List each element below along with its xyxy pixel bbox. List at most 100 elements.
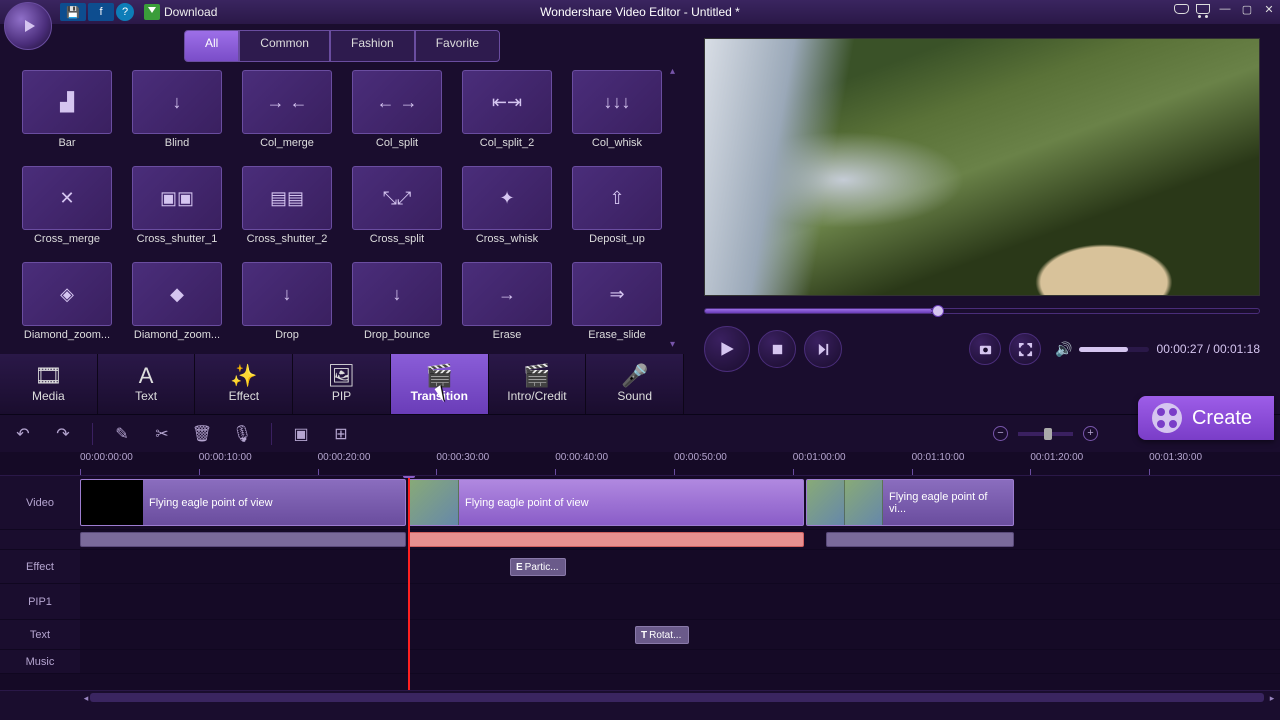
video-track[interactable]: Video Flying eagle point of view Flying … xyxy=(0,476,1280,530)
zoom-out-button[interactable]: − xyxy=(993,426,1008,441)
pip-track[interactable]: PIP1 xyxy=(0,584,1280,620)
audio-clip-3[interactable] xyxy=(826,532,1014,547)
ruler-tick: 00:01:20:00 xyxy=(1030,452,1149,475)
video-preview xyxy=(704,38,1260,296)
filter-tab-all[interactable]: All xyxy=(184,30,239,62)
edit-button[interactable]: ✎ xyxy=(111,423,133,445)
transition-deposit-up[interactable]: ⇧Deposit_up xyxy=(567,166,667,258)
transition-col-merge[interactable]: → ←Col_merge xyxy=(237,70,337,162)
facebook-icon[interactable]: f xyxy=(88,3,114,21)
transition-cross-shutter-2[interactable]: ▤▤Cross_shutter_2 xyxy=(237,166,337,258)
app-logo xyxy=(4,2,52,50)
audio-clip-2[interactable] xyxy=(408,532,804,547)
stop-button[interactable] xyxy=(758,330,796,368)
fullscreen-button[interactable] xyxy=(1009,333,1041,365)
minimize-button[interactable]: — xyxy=(1214,0,1236,18)
transition-col-split-2[interactable]: ⇤⇥Col_split_2 xyxy=(457,70,557,162)
transition-cross-shutter-1[interactable]: ▣▣Cross_shutter_1 xyxy=(127,166,227,258)
step-forward-button[interactable] xyxy=(804,330,842,368)
cut-button[interactable]: ✂ xyxy=(151,423,173,445)
transition-drop[interactable]: ↓Drop xyxy=(237,262,337,354)
voiceover-button[interactable]: 🎙 xyxy=(231,423,253,445)
mode-tab-text[interactable]: AText xyxy=(98,354,196,414)
video-clip-2[interactable]: Flying eagle point of view xyxy=(408,479,804,526)
redo-button[interactable]: ↷ xyxy=(52,423,74,445)
music-track-label: Music xyxy=(0,650,80,673)
audio-subtrack[interactable] xyxy=(0,530,1280,550)
transition-cross-whisk[interactable]: ✦Cross_whisk xyxy=(457,166,557,258)
ruler-tick: 00:00:00:00 xyxy=(80,452,199,475)
preview-panel: 🔊 00:00:27 / 00:01:18 xyxy=(684,24,1280,414)
pip-track-label: PIP1 xyxy=(0,584,80,619)
window-title: Wondershare Video Editor - Untitled * xyxy=(540,5,740,19)
text-clip[interactable]: TRotat... xyxy=(635,626,689,644)
timeline-horizontal-scrollbar[interactable]: ◂▸ xyxy=(0,690,1280,704)
delete-button[interactable]: 🗑 xyxy=(191,423,213,445)
ruler-tick: 00:01:10:00 xyxy=(912,452,1031,475)
mode-tab-transition[interactable]: 🎬Transition xyxy=(391,354,489,414)
time-ruler[interactable]: 00:00:00:0000:00:10:0000:00:20:0000:00:3… xyxy=(0,452,1280,476)
ruler-tick: 00:01:30:00 xyxy=(1149,452,1268,475)
mode-tab-media[interactable]: 🎞Media xyxy=(0,354,98,414)
video-track-label: Video xyxy=(0,476,80,529)
transition-grid: ▟Bar↓Blind→ ←Col_merge← →Col_split⇤⇥Col_… xyxy=(0,62,684,354)
timecode: 00:00:27 / 00:01:18 xyxy=(1157,342,1260,356)
key-icon[interactable] xyxy=(1170,0,1192,18)
mode-tab-sound[interactable]: 🎤Sound xyxy=(586,354,684,414)
filter-tab-favorite[interactable]: Favorite xyxy=(415,30,500,62)
music-track[interactable]: Music xyxy=(0,650,1280,674)
mode-tab-pip[interactable]: 🖼PIP xyxy=(293,354,391,414)
transition-bar[interactable]: ▟Bar xyxy=(17,70,117,162)
preview-scrubber[interactable] xyxy=(704,308,1260,314)
reel-icon xyxy=(1152,403,1182,433)
cart-icon[interactable] xyxy=(1192,0,1214,18)
volume-icon[interactable]: 🔊 xyxy=(1055,341,1072,358)
transition-drop-bounce[interactable]: ↓Drop_bounce xyxy=(347,262,447,354)
filter-tab-common[interactable]: Common xyxy=(239,30,330,62)
zoom-in-button[interactable]: + xyxy=(1083,426,1098,441)
transition-blind[interactable]: ↓Blind xyxy=(127,70,227,162)
crop-button[interactable]: ▣ xyxy=(290,423,312,445)
video-clip-1[interactable]: Flying eagle point of view xyxy=(80,479,406,526)
transition-erase-slide[interactable]: ⇒Erase_slide xyxy=(567,262,667,354)
video-clip-3[interactable]: Flying eagle point of vi... xyxy=(806,479,1014,526)
aspect-button[interactable]: ⊞ xyxy=(330,423,352,445)
mode-bar: 🎞MediaAText✨Effect🖼PIP🎬Transition🎬Intro/… xyxy=(0,354,684,414)
ruler-tick: 00:01:00:00 xyxy=(793,452,912,475)
effect-clip[interactable]: EPartic... xyxy=(510,558,566,576)
effect-track[interactable]: Effect EPartic... xyxy=(0,550,1280,584)
create-button[interactable]: Create xyxy=(1138,396,1274,440)
close-button[interactable]: ✕ xyxy=(1258,0,1280,18)
transition-erase[interactable]: →Erase xyxy=(457,262,557,354)
timeline-toolbar: ↶ ↷ ✎ ✂ 🗑 🎙 ▣ ⊞ − + xyxy=(0,414,1280,452)
mode-tab-intro-credit[interactable]: 🎬Intro/Credit xyxy=(489,354,587,414)
play-button[interactable] xyxy=(704,326,750,372)
undo-button[interactable]: ↶ xyxy=(12,423,34,445)
audio-clip-1[interactable] xyxy=(80,532,406,547)
transition-col-whisk[interactable]: ↓↓↓Col_whisk xyxy=(567,70,667,162)
maximize-button[interactable]: ▢ xyxy=(1236,0,1258,18)
snapshot-button[interactable] xyxy=(969,333,1001,365)
preview-frame xyxy=(705,39,1259,295)
ruler-tick: 00:00:50:00 xyxy=(674,452,793,475)
transition-cross-split[interactable]: ⤡⤢Cross_split xyxy=(347,166,447,258)
download-button[interactable]: Download xyxy=(144,3,217,21)
titlebar: 💾 f ? Download Wondershare Video Editor … xyxy=(0,0,1280,24)
transition-diamond-zoom-[interactable]: ◆Diamond_zoom... xyxy=(127,262,227,354)
help-icon[interactable]: ? xyxy=(116,3,134,21)
text-track[interactable]: Text TRotat... xyxy=(0,620,1280,650)
grid-scrollbar[interactable]: ▴▾ xyxy=(670,62,682,354)
playhead[interactable] xyxy=(408,476,410,690)
ruler-tick: 00:00:20:00 xyxy=(318,452,437,475)
transition-col-split[interactable]: ← →Col_split xyxy=(347,70,447,162)
volume-slider[interactable] xyxy=(1079,347,1149,352)
zoom-slider[interactable] xyxy=(1018,432,1073,436)
library-panel: AllCommonFashionFavorite ▟Bar↓Blind→ ←Co… xyxy=(0,24,684,414)
transition-diamond-zoom-[interactable]: ◈Diamond_zoom... xyxy=(17,262,117,354)
save-icon[interactable]: 💾 xyxy=(60,3,86,21)
filter-tab-fashion[interactable]: Fashion xyxy=(330,30,415,62)
transition-cross-merge[interactable]: ✕Cross_merge xyxy=(17,166,117,258)
mode-tab-effect[interactable]: ✨Effect xyxy=(195,354,293,414)
download-icon xyxy=(144,4,160,20)
ruler-tick: 00:00:30:00 xyxy=(436,452,555,475)
